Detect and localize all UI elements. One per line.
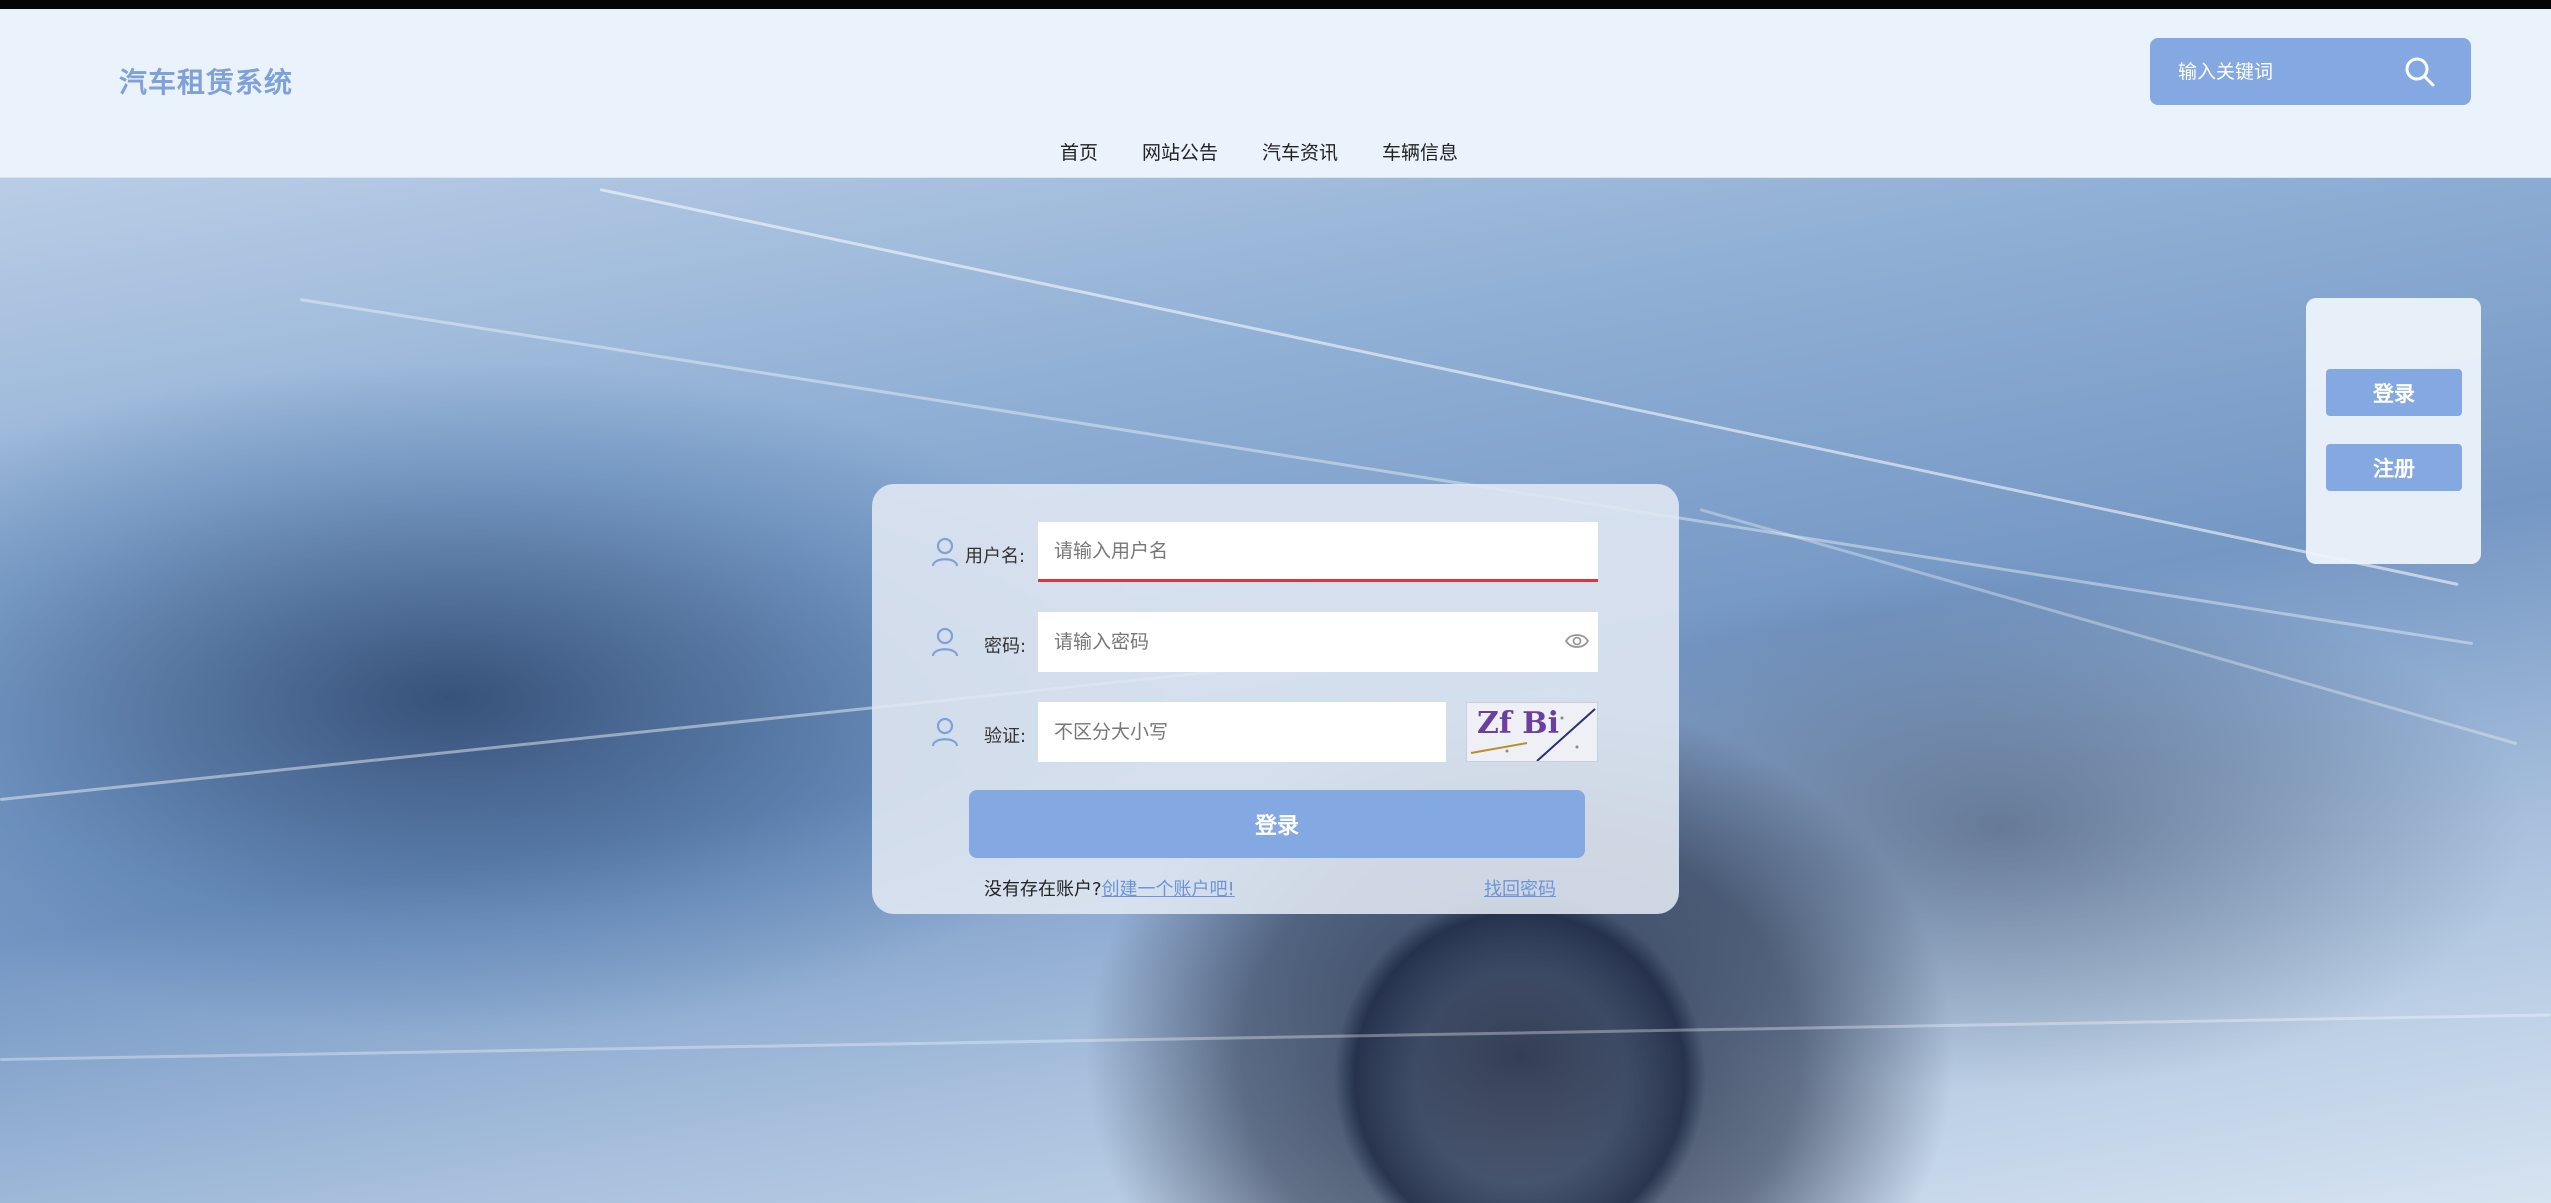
user-icon [931,717,959,747]
password-field[interactable] [1038,612,1598,672]
site-header: 汽车租赁系统 首页 网站公告 汽车资讯 车辆信息 [0,9,2551,178]
signup-prompt: 没有存在账户?创建一个账户吧! [984,875,1235,901]
side-register-button[interactable]: 注册 [2326,444,2462,491]
user-icon [931,537,959,567]
captcha-graphic: Zf Bi [1470,706,1596,761]
username-row: 用户名: [872,522,1679,582]
search-box [2150,38,2471,105]
side-login-button[interactable]: 登录 [2326,369,2462,416]
main-nav: 首页 网站公告 汽车资讯 车辆信息 [1060,131,1458,171]
nav-item-car-news[interactable]: 汽车资讯 [1262,138,1338,165]
captcha-text: Zf Bi [1477,706,1559,741]
captcha-label: 验证: [984,726,1027,747]
no-account-text: 没有存在账户? [984,879,1102,900]
captcha-row: 验证: Zf Bi [872,702,1679,762]
login-card: 用户名: 密码: 验证: Zf Bi [872,484,1679,914]
auth-side-panel: 登录 注册 [2306,298,2481,564]
forgot-password-link[interactable]: 找回密码 [1484,875,1556,901]
username-field[interactable] [1038,522,1598,582]
captcha-image[interactable]: Zf Bi [1466,702,1598,762]
login-submit-button[interactable]: 登录 [969,790,1585,858]
search-icon[interactable] [2403,55,2437,89]
site-title: 汽车租赁系统 [119,66,294,99]
captcha-field[interactable] [1038,702,1446,762]
nav-item-announcements[interactable]: 网站公告 [1142,138,1218,165]
password-label: 密码: [984,636,1027,657]
nav-item-vehicle-info[interactable]: 车辆信息 [1382,138,1458,165]
search-input[interactable] [2176,57,2396,87]
window-top-strip [0,0,2551,9]
light-streak [0,1013,2551,1061]
user-icon [931,627,959,657]
create-account-link[interactable]: 创建一个账户吧! [1102,879,1235,900]
nav-item-home[interactable]: 首页 [1060,138,1098,165]
password-row: 密码: [872,612,1679,672]
username-label: 用户名: [965,546,1026,567]
show-password-icon[interactable] [1564,630,1590,652]
